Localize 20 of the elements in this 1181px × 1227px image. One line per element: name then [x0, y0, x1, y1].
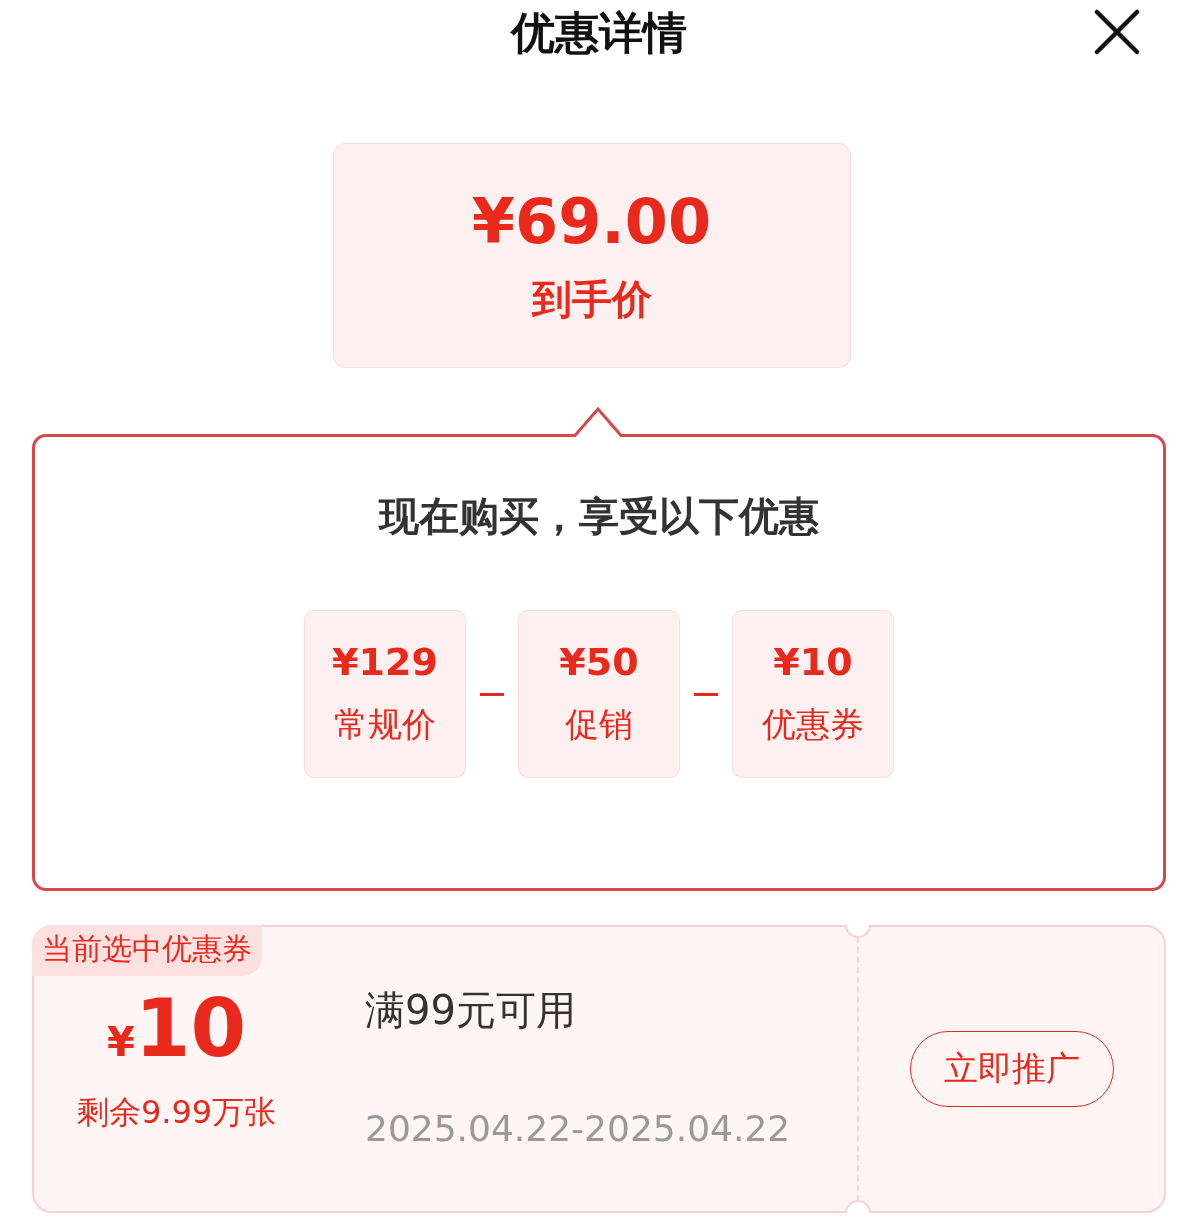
minus-icon: [480, 692, 504, 696]
item-amount: ¥10: [773, 640, 853, 684]
coupon-value: 10: [134, 989, 247, 1069]
currency-symbol: ¥: [106, 1019, 135, 1065]
minus-icon: [694, 692, 718, 696]
coupon-tag: 当前选中优惠券: [32, 925, 262, 976]
panel-heading: 现在购买，享受以下优惠: [379, 492, 819, 541]
final-price-label: 到手价: [531, 274, 652, 324]
dialog-title: 优惠详情: [511, 5, 687, 60]
coupon-condition: 满99元可用: [365, 986, 577, 1035]
validity-date: 2025.04.22-2025.04.22: [365, 1108, 792, 1149]
item-label: 促销: [565, 703, 633, 746]
promote-button[interactable]: 立即推广: [909, 1031, 1114, 1107]
remaining-count: 剩余9.99万张: [76, 1092, 277, 1133]
final-price: ¥69.00: [471, 184, 712, 258]
item-amount: ¥50: [559, 640, 639, 684]
item-amount: ¥129: [332, 640, 438, 684]
item-label: 优惠券: [762, 703, 864, 746]
item-label: 常规价: [334, 703, 436, 746]
close-icon[interactable]: [1094, 9, 1140, 55]
